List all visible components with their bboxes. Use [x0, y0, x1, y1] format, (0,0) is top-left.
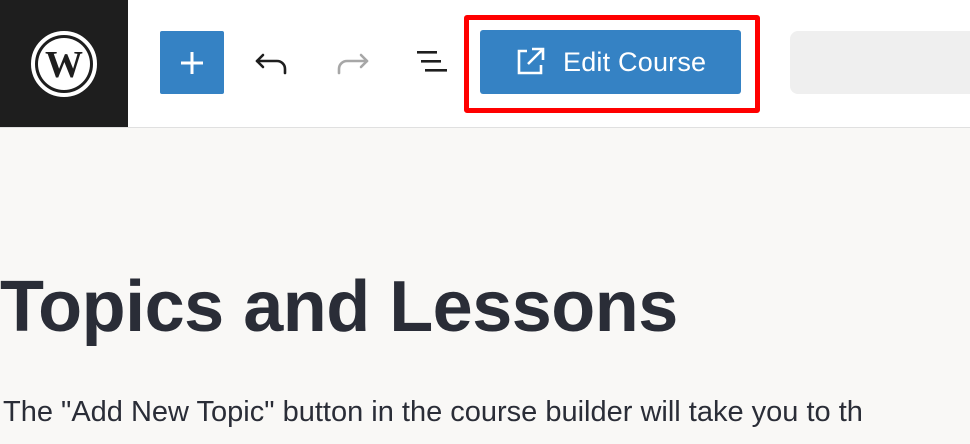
edit-course-button[interactable]: Edit Course [480, 30, 741, 94]
wordpress-logo-button[interactable]: W [0, 0, 128, 127]
content-paragraph[interactable]: The "Add New Topic" button in the course… [3, 396, 863, 429]
redo-icon [337, 53, 369, 75]
page-title[interactable]: Topics and Lessons [0, 266, 678, 348]
plus-icon [181, 51, 203, 74]
document-outline-button[interactable] [410, 40, 454, 84]
wordpress-logo-icon: W [31, 30, 97, 97]
add-block-button[interactable] [160, 31, 224, 94]
edit-course-label: Edit Course [563, 46, 707, 77]
external-link-icon [517, 47, 545, 75]
undo-button[interactable] [250, 40, 294, 84]
redo-button[interactable] [330, 40, 374, 84]
document-outline-icon [417, 51, 447, 72]
editor-toolbar: W Edit Course [0, 0, 970, 128]
undo-icon [255, 53, 287, 75]
svg-text:W: W [45, 44, 83, 86]
command-search-bar[interactable] [790, 31, 970, 94]
